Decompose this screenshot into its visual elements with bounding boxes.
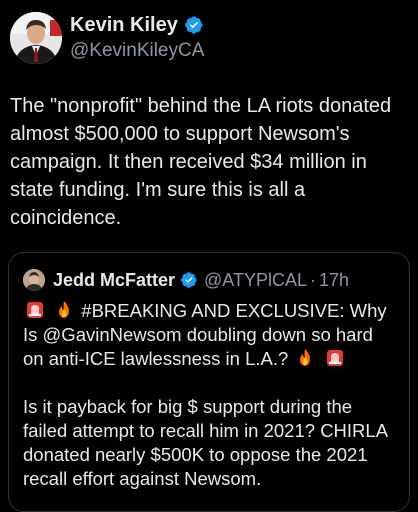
- quoted-tweet-header: Jedd McFatter @ATYPlCAL · 17h: [23, 267, 349, 293]
- quoted-author-handle: @ATYPlCAL: [204, 269, 307, 290]
- author-handle[interactable]: @KevinKileyCA: [70, 40, 204, 62]
- verified-badge-icon: [180, 271, 198, 289]
- profile-photo-avatar-icon: [10, 12, 62, 64]
- quoted-author-display-name: Jedd McFatter: [53, 269, 176, 290]
- quoted-tweet-paragraph-2: Is it payback for big $ support during t…: [23, 396, 388, 489]
- fire-emoji-icon: [54, 300, 74, 320]
- avatar[interactable]: [10, 12, 62, 64]
- quoted-tweet-card[interactable]: Jedd McFatter @ATYPlCAL · 17h #BREAKING …: [8, 252, 410, 512]
- profile-photo-avatar-icon: [23, 269, 45, 291]
- tweet: Kevin Kiley @KevinKileyCA The "nonprofit…: [0, 0, 418, 512]
- avatar: [23, 269, 45, 291]
- siren-emoji-icon: [25, 300, 45, 320]
- separator-dot: ·: [310, 269, 316, 290]
- verified-badge-icon: [184, 15, 204, 35]
- quoted-tweet-timestamp: 17h: [319, 269, 350, 290]
- siren-emoji-icon: [325, 348, 345, 368]
- quoted-tweet-text: #BREAKING AND EXCLUSIVE: Why Is @GavinNe…: [23, 299, 395, 491]
- tweet-text: The "nonprofit" behind the LA riots dona…: [10, 95, 397, 229]
- author-display-name[interactable]: Kevin Kiley: [70, 14, 178, 37]
- quoted-tweet-paragraph-1: #BREAKING AND EXCLUSIVE: Why Is @GavinNe…: [23, 299, 395, 371]
- fire-emoji-icon: [295, 348, 315, 368]
- tweet-header: Kevin Kiley @KevinKileyCA: [10, 10, 410, 66]
